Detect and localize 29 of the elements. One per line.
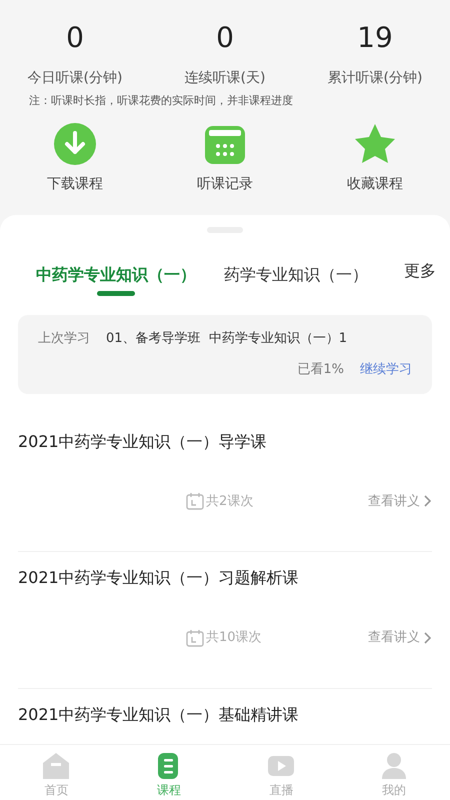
calendar-icon xyxy=(186,628,204,647)
course-title[interactable]: 2021中药学专业知识（一）基础精讲课 xyxy=(18,702,432,726)
more-tab[interactable]: 更多 xyxy=(404,258,436,282)
last-study-label: 上次学习 xyxy=(38,330,90,348)
category-tab[interactable]: 中药学专业知识（一） xyxy=(36,262,196,296)
star-icon xyxy=(353,122,397,166)
shortcut-button[interactable]: 听课记录 xyxy=(150,122,300,194)
stat-value: 19 xyxy=(357,20,393,56)
course-title[interactable]: 2021中药学专业知识（一）习题解析课 xyxy=(18,566,432,590)
last-study-course: 01、备考导学班 中药学专业知识（一）1 xyxy=(106,330,348,348)
chevron-right-icon xyxy=(424,495,432,508)
category-tab[interactable]: 药学专业知识（一） xyxy=(224,262,368,296)
stat-label: 今日听课(分钟) xyxy=(28,69,122,88)
continue-link[interactable]: 继续学习 xyxy=(360,360,412,380)
stat-label: 累计听课(分钟) xyxy=(328,69,422,88)
shortcut-button[interactable]: 下载课程 xyxy=(0,122,150,194)
home-icon xyxy=(41,751,72,781)
course-title[interactable]: 2021中药学专业知识（一）导学课 xyxy=(18,430,432,454)
stat-value: 0 xyxy=(216,20,234,56)
shortcut-button[interactable]: 收藏课程 xyxy=(300,122,450,194)
progress-text: 已看1% xyxy=(297,361,344,379)
stat-label: 连续听课(天) xyxy=(184,69,266,88)
lesson-count: 共2课次 xyxy=(206,492,254,510)
download-icon xyxy=(53,122,97,166)
chevron-right-icon xyxy=(424,632,432,644)
lesson-count: 共10课次 xyxy=(206,629,262,647)
calendar-icon xyxy=(186,492,204,510)
stat-value: 0 xyxy=(66,20,84,56)
note-text: 注：听课时长指，听课花费的实际时间，并非课程进度 xyxy=(28,93,294,109)
